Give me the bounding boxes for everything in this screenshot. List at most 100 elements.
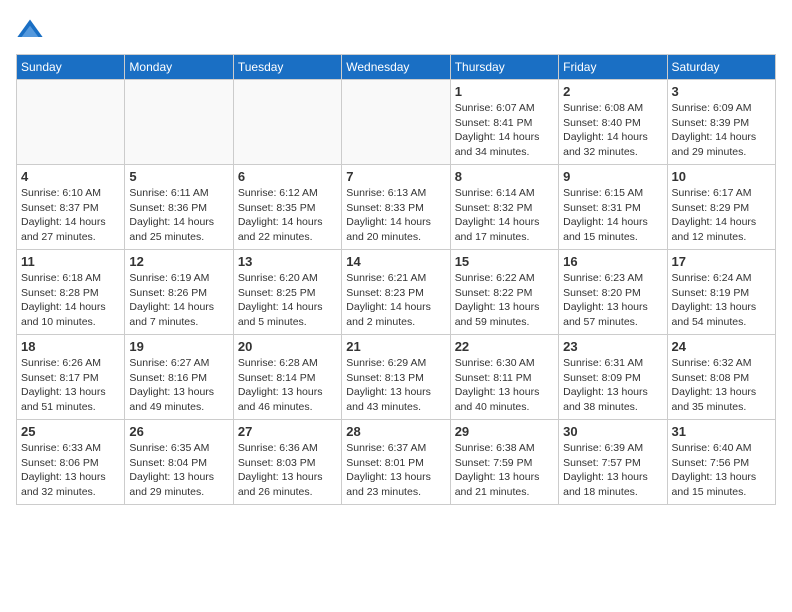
day-info: Sunrise: 6:30 AM Sunset: 8:11 PM Dayligh… [455, 356, 554, 415]
day-number: 20 [238, 339, 337, 354]
day-info: Sunrise: 6:24 AM Sunset: 8:19 PM Dayligh… [672, 271, 771, 330]
calendar-cell [17, 80, 125, 165]
day-number: 21 [346, 339, 445, 354]
weekday-header: Monday [125, 55, 233, 80]
calendar-cell: 17 Sunrise: 6:24 AM Sunset: 8:19 PM Dayli… [667, 250, 775, 335]
day-number: 23 [563, 339, 662, 354]
calendar-cell: 13Sunrise: 6:20 AM Sunset: 8:25 PM Dayli… [233, 250, 341, 335]
day-info: Sunrise: 6:40 AM Sunset: 7:56 PM Dayligh… [672, 441, 771, 500]
day-info: Sunrise: 6:12 AM Sunset: 8:35 PM Dayligh… [238, 186, 337, 245]
calendar-cell: 22Sunrise: 6:30 AM Sunset: 8:11 PM Dayli… [450, 335, 558, 420]
day-info: Sunrise: 6:38 AM Sunset: 7:59 PM Dayligh… [455, 441, 554, 500]
page-header [16, 16, 776, 44]
day-info: Sunrise: 6:11 AM Sunset: 8:36 PM Dayligh… [129, 186, 228, 245]
calendar-cell: 21 Sunrise: 6:29 AM Sunset: 8:13 PM Dayli… [342, 335, 450, 420]
calendar-cell: 11 Sunrise: 6:18 AM Sunset: 8:28 PM Dayli… [17, 250, 125, 335]
day-number: 12 [129, 254, 228, 269]
day-number: 11 [21, 254, 120, 269]
day-number: 2 [563, 84, 662, 99]
day-info: Sunrise: 6:29 AM Sunset: 8:13 PM Dayligh… [346, 356, 445, 415]
weekday-header: Saturday [667, 55, 775, 80]
day-number: 3 [672, 84, 771, 99]
calendar-cell: 12 Sunrise: 6:19 AM Sunset: 8:26 PM Dayli… [125, 250, 233, 335]
day-info: Sunrise: 6:14 AM Sunset: 8:32 PM Dayligh… [455, 186, 554, 245]
calendar-cell: 19 Sunrise: 6:27 AM Sunset: 8:16 PM Dayli… [125, 335, 233, 420]
weekday-header: Wednesday [342, 55, 450, 80]
day-info: Sunrise: 6:21 AM Sunset: 8:23 PM Dayligh… [346, 271, 445, 330]
day-number: 1 [455, 84, 554, 99]
calendar-cell: 29 Sunrise: 6:38 AM Sunset: 7:59 PM Dayli… [450, 420, 558, 505]
calendar-cell: 3 Sunrise: 6:09 AM Sunset: 8:39 PM Daylig… [667, 80, 775, 165]
calendar-cell: 2 Sunrise: 6:08 AM Sunset: 8:40 PM Daylig… [559, 80, 667, 165]
day-info: Sunrise: 6:28 AM Sunset: 8:14 PM Dayligh… [238, 356, 337, 415]
logo-icon [16, 16, 44, 44]
calendar-week-row: 25 Sunrise: 6:33 AM Sunset: 8:06 PM Dayli… [17, 420, 776, 505]
calendar-table: SundayMondayTuesdayWednesdayThursdayFrid… [16, 54, 776, 505]
weekday-header: Tuesday [233, 55, 341, 80]
calendar-cell: 6 Sunrise: 6:12 AM Sunset: 8:35 PM Daylig… [233, 165, 341, 250]
calendar-cell [342, 80, 450, 165]
weekday-header: Friday [559, 55, 667, 80]
day-number: 18 [21, 339, 120, 354]
day-info: Sunrise: 6:26 AM Sunset: 8:17 PM Dayligh… [21, 356, 120, 415]
day-info: Sunrise: 6:08 AM Sunset: 8:40 PM Dayligh… [563, 101, 662, 160]
weekday-header: Sunday [17, 55, 125, 80]
calendar-cell: 31 Sunrise: 6:40 AM Sunset: 7:56 PM Dayli… [667, 420, 775, 505]
calendar-cell: 25 Sunrise: 6:33 AM Sunset: 8:06 PM Dayli… [17, 420, 125, 505]
calendar-cell: 5 Sunrise: 6:11 AM Sunset: 8:36 PM Daylig… [125, 165, 233, 250]
day-number: 19 [129, 339, 228, 354]
day-info: Sunrise: 6:22 AM Sunset: 8:22 PM Dayligh… [455, 271, 554, 330]
day-number: 9 [563, 169, 662, 184]
day-info: Sunrise: 6:15 AM Sunset: 8:31 PM Dayligh… [563, 186, 662, 245]
calendar-cell: 24 Sunrise: 6:32 AM Sunset: 8:08 PM Dayli… [667, 335, 775, 420]
day-info: Sunrise: 6:37 AM Sunset: 8:01 PM Dayligh… [346, 441, 445, 500]
day-number: 13 [238, 254, 337, 269]
calendar-week-row: 4Sunrise: 6:10 AM Sunset: 8:37 PM Daylig… [17, 165, 776, 250]
day-number: 27 [238, 424, 337, 439]
day-number: 14 [346, 254, 445, 269]
day-info: Sunrise: 6:39 AM Sunset: 7:57 PM Dayligh… [563, 441, 662, 500]
day-number: 16 [563, 254, 662, 269]
day-number: 25 [21, 424, 120, 439]
day-number: 17 [672, 254, 771, 269]
calendar-cell: 7Sunrise: 6:13 AM Sunset: 8:33 PM Daylig… [342, 165, 450, 250]
logo [16, 16, 48, 44]
calendar-week-row: 18 Sunrise: 6:26 AM Sunset: 8:17 PM Dayli… [17, 335, 776, 420]
day-number: 31 [672, 424, 771, 439]
day-number: 26 [129, 424, 228, 439]
day-info: Sunrise: 6:09 AM Sunset: 8:39 PM Dayligh… [672, 101, 771, 160]
calendar-cell: 27 Sunrise: 6:36 AM Sunset: 8:03 PM Dayli… [233, 420, 341, 505]
calendar-cell: 23 Sunrise: 6:31 AM Sunset: 8:09 PM Dayli… [559, 335, 667, 420]
day-info: Sunrise: 6:32 AM Sunset: 8:08 PM Dayligh… [672, 356, 771, 415]
calendar-cell: 15Sunrise: 6:22 AM Sunset: 8:22 PM Dayli… [450, 250, 558, 335]
calendar-week-row: 11 Sunrise: 6:18 AM Sunset: 8:28 PM Dayli… [17, 250, 776, 335]
day-info: Sunrise: 6:33 AM Sunset: 8:06 PM Dayligh… [21, 441, 120, 500]
day-number: 7 [346, 169, 445, 184]
calendar-cell: 1Sunrise: 6:07 AM Sunset: 8:41 PM Daylig… [450, 80, 558, 165]
weekday-header: Thursday [450, 55, 558, 80]
day-info: Sunrise: 6:23 AM Sunset: 8:20 PM Dayligh… [563, 271, 662, 330]
calendar-cell: 16 Sunrise: 6:23 AM Sunset: 8:20 PM Dayli… [559, 250, 667, 335]
calendar-cell: 18 Sunrise: 6:26 AM Sunset: 8:17 PM Dayli… [17, 335, 125, 420]
day-info: Sunrise: 6:10 AM Sunset: 8:37 PM Dayligh… [21, 186, 120, 245]
calendar-cell: 8 Sunrise: 6:14 AM Sunset: 8:32 PM Daylig… [450, 165, 558, 250]
day-info: Sunrise: 6:27 AM Sunset: 8:16 PM Dayligh… [129, 356, 228, 415]
day-number: 8 [455, 169, 554, 184]
calendar-cell [233, 80, 341, 165]
calendar-cell: 30 Sunrise: 6:39 AM Sunset: 7:57 PM Dayli… [559, 420, 667, 505]
day-number: 5 [129, 169, 228, 184]
day-info: Sunrise: 6:18 AM Sunset: 8:28 PM Dayligh… [21, 271, 120, 330]
day-info: Sunrise: 6:31 AM Sunset: 8:09 PM Dayligh… [563, 356, 662, 415]
calendar-cell: 4Sunrise: 6:10 AM Sunset: 8:37 PM Daylig… [17, 165, 125, 250]
day-info: Sunrise: 6:36 AM Sunset: 8:03 PM Dayligh… [238, 441, 337, 500]
day-info: Sunrise: 6:19 AM Sunset: 8:26 PM Dayligh… [129, 271, 228, 330]
day-number: 29 [455, 424, 554, 439]
day-number: 6 [238, 169, 337, 184]
day-info: Sunrise: 6:17 AM Sunset: 8:29 PM Dayligh… [672, 186, 771, 245]
calendar-week-row: 1Sunrise: 6:07 AM Sunset: 8:41 PM Daylig… [17, 80, 776, 165]
day-number: 30 [563, 424, 662, 439]
calendar-cell [125, 80, 233, 165]
day-number: 24 [672, 339, 771, 354]
calendar-cell: 10Sunrise: 6:17 AM Sunset: 8:29 PM Dayli… [667, 165, 775, 250]
calendar-cell: 28Sunrise: 6:37 AM Sunset: 8:01 PM Dayli… [342, 420, 450, 505]
